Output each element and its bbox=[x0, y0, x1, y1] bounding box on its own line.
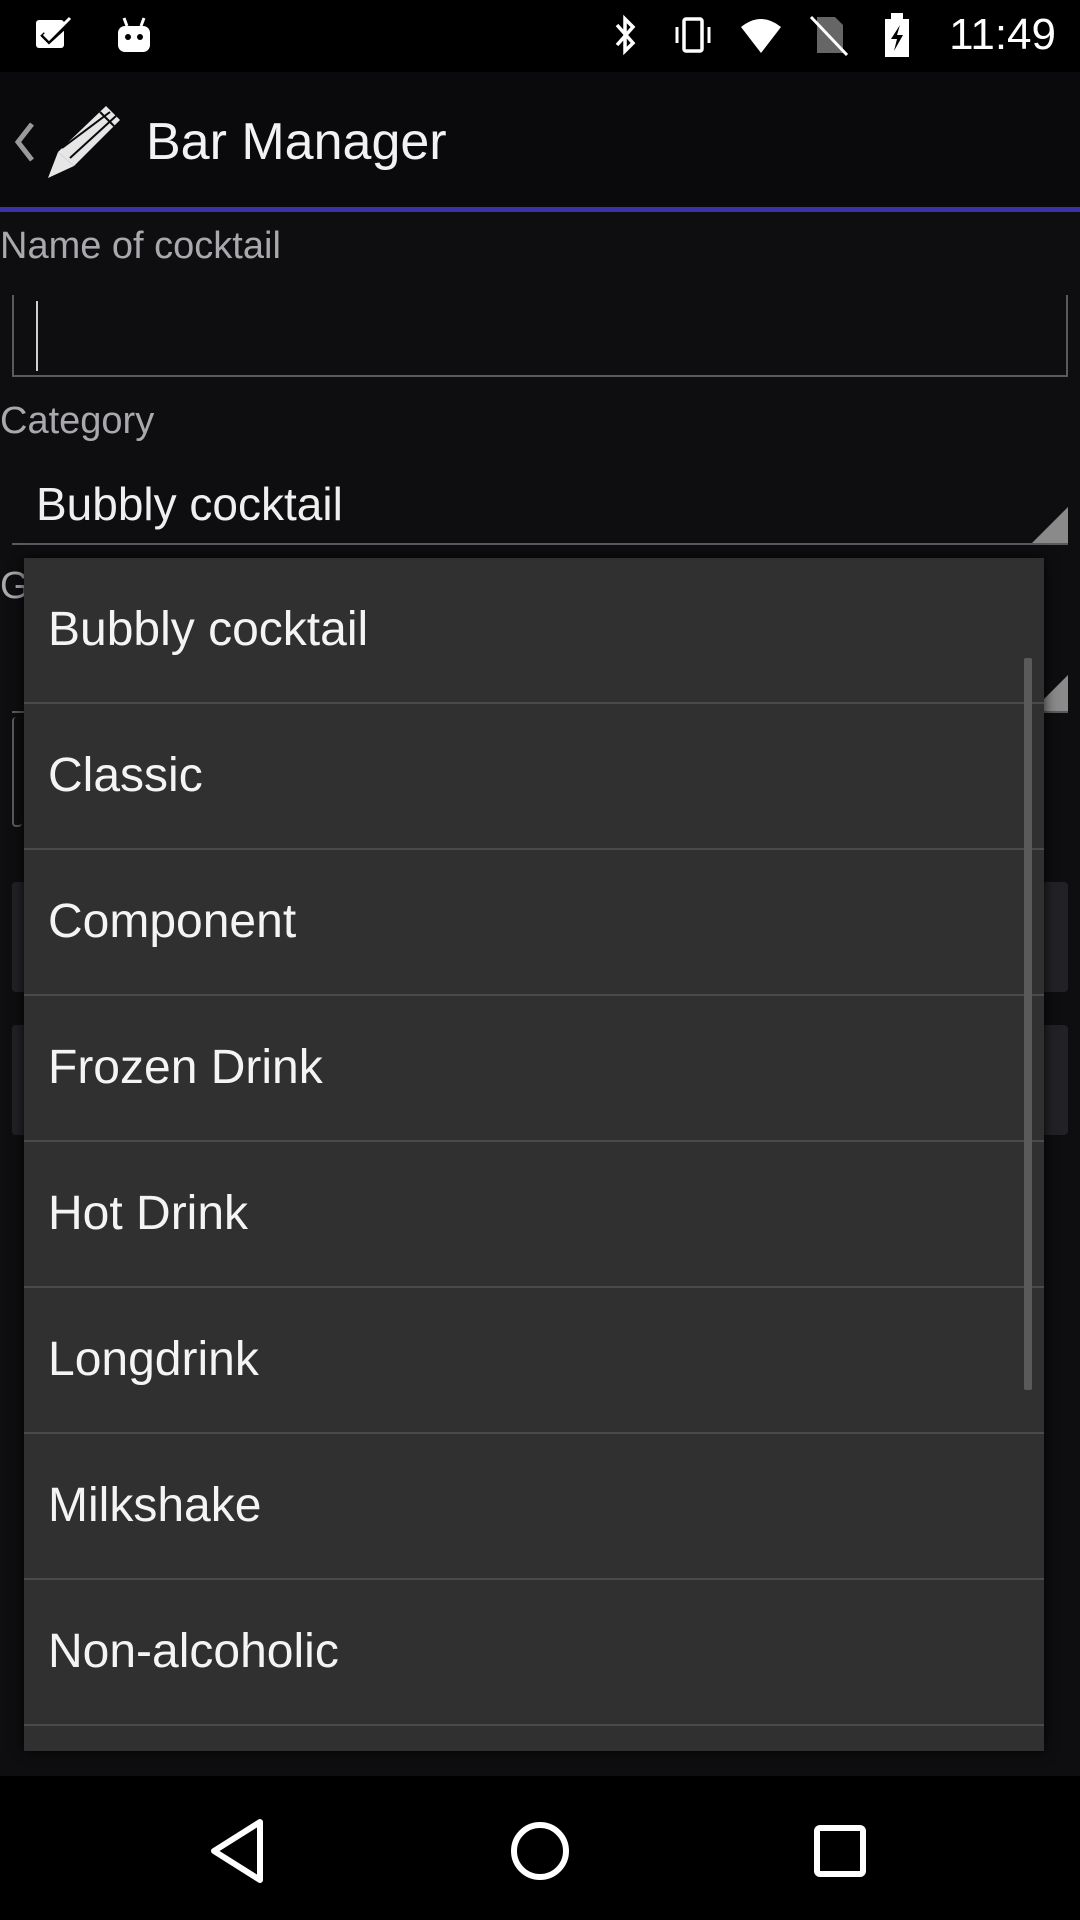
hidden-field bbox=[12, 717, 22, 827]
home-icon[interactable] bbox=[495, 1806, 585, 1896]
action-bar: Bar Manager bbox=[0, 72, 1080, 212]
dropdown-option[interactable]: Classic bbox=[24, 704, 1044, 850]
dropdown-option[interactable]: Non-alcoholic bbox=[24, 1580, 1044, 1726]
back-icon[interactable] bbox=[196, 1806, 286, 1896]
dropdown-scrollbar[interactable] bbox=[1024, 658, 1032, 1390]
check-notification-icon bbox=[32, 12, 76, 60]
dropdown-option[interactable]: Longdrink bbox=[24, 1288, 1044, 1434]
battery-charging-icon bbox=[875, 11, 919, 59]
recents-icon[interactable] bbox=[795, 1806, 885, 1896]
dropdown-option[interactable]: Hot Drink bbox=[24, 1142, 1044, 1288]
name-label: Name of cocktail bbox=[0, 225, 281, 267]
no-sim-icon bbox=[807, 11, 851, 59]
android-icon bbox=[112, 12, 156, 60]
navigation-bar bbox=[0, 1776, 1080, 1920]
name-input[interactable] bbox=[12, 295, 1068, 377]
wifi-icon bbox=[739, 11, 783, 59]
back-chevron-icon[interactable] bbox=[8, 112, 40, 172]
dropdown-option[interactable] bbox=[24, 1726, 1044, 1751]
vibrate-icon bbox=[671, 11, 715, 59]
category-spinner[interactable]: Bubbly cocktail bbox=[12, 459, 1068, 545]
status-bar: 11:49 bbox=[0, 0, 1080, 72]
app-title: Bar Manager bbox=[146, 113, 447, 171]
bluetooth-icon bbox=[603, 11, 647, 59]
dropdown-option[interactable]: Component bbox=[24, 850, 1044, 996]
category-label: Category bbox=[0, 400, 155, 442]
dropdown-option[interactable]: Milkshake bbox=[24, 1434, 1044, 1580]
category-dropdown: Bubbly cocktail Classic Component Frozen… bbox=[24, 558, 1044, 1751]
spinner-triangle-icon bbox=[1032, 507, 1068, 543]
status-time: 11:49 bbox=[949, 10, 1056, 59]
pencil-icon[interactable] bbox=[44, 102, 124, 182]
category-value: Bubbly cocktail bbox=[36, 478, 343, 530]
dropdown-option[interactable]: Bubbly cocktail bbox=[24, 558, 1044, 704]
dropdown-option[interactable]: Frozen Drink bbox=[24, 996, 1044, 1142]
text-cursor bbox=[36, 301, 38, 371]
